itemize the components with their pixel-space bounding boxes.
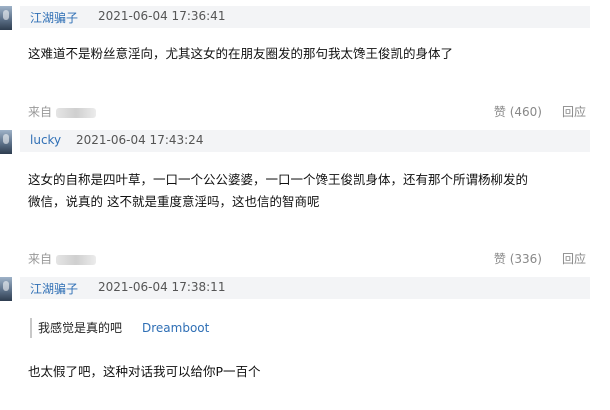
- like-button[interactable]: 赞 (460): [494, 103, 542, 120]
- source-label: 来自: [28, 103, 97, 120]
- comment-footer: 来自 赞 (336) 回应: [0, 248, 610, 268]
- username-link[interactable]: lucky: [30, 133, 61, 147]
- comment-header: 江湖骗子 2021-06-04 17:36:41: [20, 6, 590, 28]
- timestamp: 2021-06-04 17:38:11: [98, 280, 226, 294]
- timestamp: 2021-06-04 17:36:41: [98, 9, 226, 23]
- quote-author-link[interactable]: Dreamboot: [142, 321, 209, 335]
- comment-header: lucky 2021-06-04 17:43:24: [20, 130, 590, 152]
- comment-footer: 来自 赞 (460) 回应: [0, 101, 610, 121]
- username-link[interactable]: 江湖骗子: [30, 9, 78, 26]
- comment-text: 这难道不是粉丝意淫向，尤其这女的在朋友圈发的那句我太馋王俊凯的身体了: [28, 46, 454, 61]
- avatar[interactable]: [0, 130, 12, 154]
- quote-text: 我感觉是真的吧: [38, 321, 123, 335]
- comment-header: 江湖骗子 2021-06-04 17:38:11: [20, 277, 590, 299]
- reply-button[interactable]: 回应: [562, 103, 586, 120]
- avatar[interactable]: [0, 6, 12, 30]
- blurred-source: [56, 107, 97, 118]
- comment-text: 也太假了吧，这种对话我可以给你P一百个: [28, 364, 261, 379]
- username-link[interactable]: 江湖骗子: [30, 280, 78, 297]
- timestamp: 2021-06-04 17:43:24: [76, 133, 204, 147]
- avatar[interactable]: [0, 277, 12, 301]
- comment-text-line-1: 这女的自称是四叶草，一口一个公公婆婆，一口一个馋王俊凯身体，还有那个所谓杨柳发的: [28, 172, 529, 187]
- comment-text-line-2: 微信，说真的 这不就是重度意淫吗，这也信的智商呢: [28, 194, 320, 209]
- blurred-source: [56, 254, 97, 265]
- reply-button[interactable]: 回应: [562, 250, 586, 267]
- like-button[interactable]: 赞 (336): [494, 250, 542, 267]
- quoted-comment: 我感觉是真的吧 Dreamboot: [30, 318, 209, 338]
- source-label: 来自: [28, 250, 97, 267]
